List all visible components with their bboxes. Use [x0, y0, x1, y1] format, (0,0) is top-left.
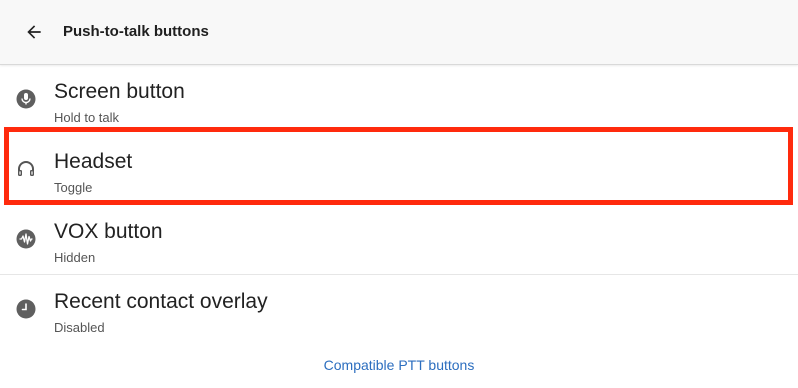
- item-label: VOX button: [54, 220, 163, 243]
- compatible-ptt-buttons-link[interactable]: Compatible PTT buttons: [0, 357, 798, 373]
- headset-icon: [16, 159, 36, 179]
- item-label: Recent contact overlay: [54, 290, 268, 313]
- list-item-headset[interactable]: Headset Toggle: [0, 136, 798, 205]
- item-sublabel: Hold to talk: [54, 110, 120, 125]
- clock-circle-icon: [16, 299, 36, 319]
- back-button[interactable]: [18, 16, 50, 48]
- item-label: Screen button: [54, 80, 185, 103]
- item-sublabel: Toggle: [54, 180, 93, 195]
- list-item-vox-button[interactable]: VOX button Hidden: [0, 206, 798, 275]
- item-label: Headset: [54, 150, 133, 173]
- waveform-circle-icon: [16, 229, 36, 249]
- top-app-bar: Push-to-talk buttons: [0, 0, 798, 65]
- app-window: Push-to-talk buttons Screen button Hold …: [0, 0, 798, 388]
- list-item-recent-contact-overlay[interactable]: Recent contact overlay Disabled: [0, 276, 798, 345]
- microphone-circle-icon: [16, 89, 36, 109]
- list-item-screen-button[interactable]: Screen button Hold to talk: [0, 66, 798, 135]
- item-sublabel: Hidden: [54, 250, 96, 265]
- page-title: Push-to-talk buttons: [63, 23, 209, 40]
- arrow-left-icon: [27, 25, 41, 39]
- divider: [0, 274, 798, 275]
- item-sublabel: Disabled: [54, 320, 105, 335]
